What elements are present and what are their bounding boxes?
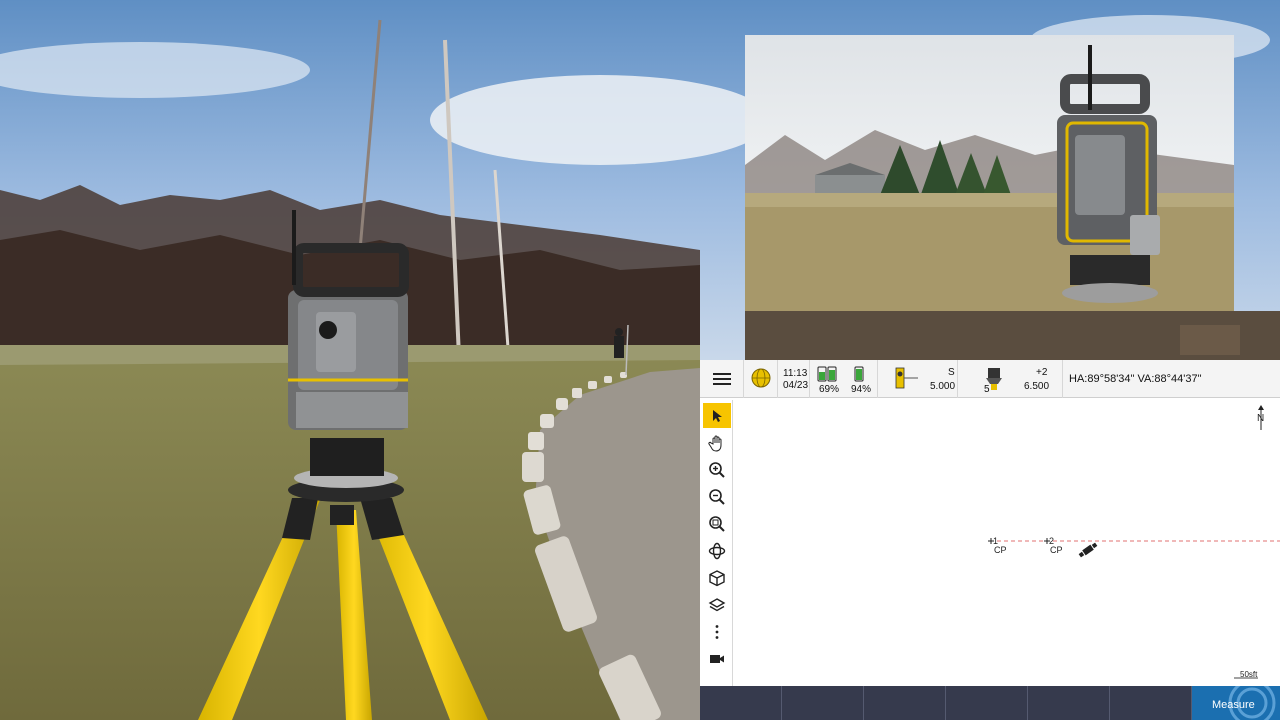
job-globe-button[interactable] (744, 360, 778, 398)
point-2-code: CP (1050, 545, 1063, 555)
battery-indicator[interactable]: 69% 94% (810, 360, 878, 398)
softkey-1[interactable] (700, 686, 782, 720)
time-text: 11:13 (783, 368, 808, 379)
softkey-6[interactable] (1110, 686, 1192, 720)
measure-button[interactable]: Measure (1192, 686, 1280, 720)
layers-icon (708, 597, 726, 611)
video-icon (710, 654, 724, 663)
target-mode-text: S (948, 367, 955, 378)
measure-button-label: Measure (1212, 699, 1255, 711)
status-bar: 11:13 04/23 69% 94% S 5.000 5 +2 6.500 H… (700, 360, 1280, 398)
battery-icon (817, 366, 864, 382)
scale-bar-label: 50sft (1240, 670, 1258, 679)
select-icon (713, 409, 722, 422)
select-tool-button[interactable] (703, 403, 731, 428)
target-number-text: 5 (984, 384, 990, 395)
pan-tool-button[interactable] (703, 430, 731, 455)
north-label: N (1257, 413, 1265, 424)
total-station-icon (986, 368, 1002, 390)
softkey-4[interactable] (946, 686, 1028, 720)
point-1-code: CP (994, 545, 1007, 555)
3d-view-icon (709, 569, 725, 586)
video-button[interactable] (703, 646, 731, 671)
instrument-position-icon[interactable] (1078, 542, 1098, 558)
field-software-window: 11:13 04/23 69% 94% S 5.000 5 +2 6.500 H… (700, 360, 1280, 720)
instrument-battery-text: 94% (851, 384, 872, 395)
3d-view-button[interactable] (703, 565, 731, 590)
zoom-extents-icon (709, 515, 725, 532)
north-arrow: N (1254, 404, 1268, 432)
instrument-height-text: 6.500 (1024, 381, 1050, 392)
prism-constant-text: +2 (1036, 367, 1048, 378)
inset-video (745, 35, 1234, 311)
hamburger-icon (713, 373, 731, 385)
prism-target-icon (895, 367, 918, 389)
map-canvas (988, 538, 1280, 679)
orbit-button[interactable] (703, 538, 731, 563)
zoom-out-button[interactable] (703, 484, 731, 509)
menu-button[interactable] (700, 360, 744, 398)
angles-readout[interactable]: HA:89°58'34" VA:88°44'37" (1069, 373, 1202, 385)
zoom-in-icon (709, 461, 725, 478)
layers-button[interactable] (703, 592, 731, 617)
map-view[interactable]: 1 CP 2 CP 50sft N (734, 400, 1280, 686)
zoom-out-icon (709, 488, 725, 505)
date-text: 04/23 (783, 380, 809, 391)
orbit-icon (708, 542, 726, 559)
zoom-in-button[interactable] (703, 457, 731, 482)
target-indicator[interactable]: S 5.000 (878, 360, 958, 398)
zoom-extents-button[interactable] (703, 511, 731, 536)
map-toolbar (700, 400, 733, 686)
globe-icon (751, 368, 771, 388)
instrument-indicator[interactable]: 5 +2 6.500 (958, 360, 1063, 398)
more-button[interactable] (703, 619, 731, 644)
softkey-2[interactable] (782, 686, 864, 720)
softkey-bar: Measure (700, 686, 1280, 720)
pan-icon (708, 435, 722, 452)
more-icon (715, 624, 719, 639)
target-height-text: 5.000 (930, 381, 956, 392)
softkey-3[interactable] (864, 686, 946, 720)
controller-battery-text: 69% (819, 384, 840, 395)
time-date-indicator[interactable]: 11:13 04/23 (778, 360, 810, 398)
softkey-5[interactable] (1028, 686, 1110, 720)
